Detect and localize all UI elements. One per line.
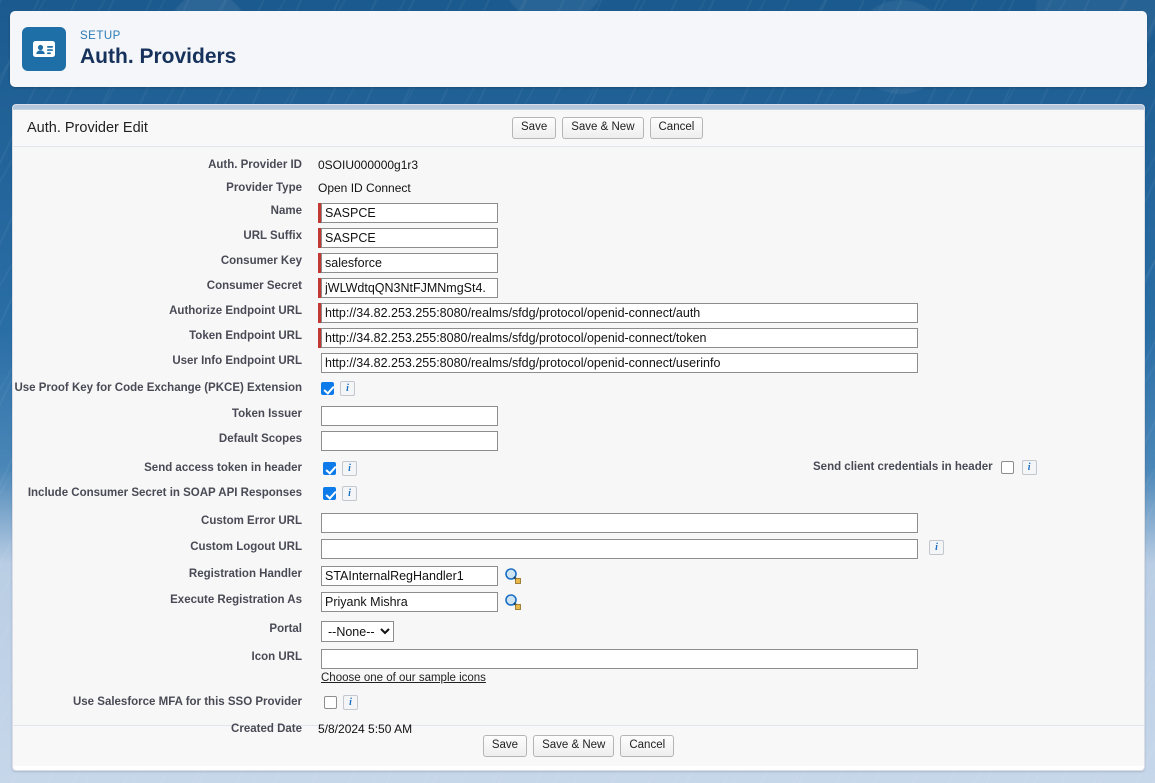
custom-error-url-input[interactable] (321, 513, 918, 533)
label-portal: Portal (13, 620, 318, 636)
field-token-issuer: Token Issuer (13, 405, 1144, 426)
label-use-salesforce-mfa: Use Salesforce MFA for this SSO Provider (13, 693, 318, 709)
field-icon-url: Icon URL Choose one of our sample icons (13, 648, 1144, 684)
execute-registration-as-input[interactable] (321, 592, 498, 612)
value-auth-provider-id: 0SOIU000000g1r3 (318, 157, 418, 172)
url-suffix-input[interactable] (321, 228, 498, 248)
token-issuer-input[interactable] (321, 406, 498, 426)
name-required-wrap (318, 203, 498, 223)
label-pkce: Use Proof Key for Code Exchange (PKCE) E… (13, 379, 318, 395)
info-icon-send-client-credentials[interactable]: i (1022, 460, 1037, 475)
panel-title-row: Auth. Provider Edit Save Save & New Canc… (13, 110, 1144, 147)
label-execute-registration-as: Execute Registration As (13, 591, 318, 607)
name-input[interactable] (321, 203, 498, 223)
field-auth-provider-id: Auth. Provider ID 0SOIU000000g1r3 (13, 156, 1144, 175)
info-icon-pkce[interactable]: i (340, 381, 355, 396)
field-send-client-credentials-in-header: Send client credentials in header i (813, 459, 1037, 475)
field-created-date: Created Date 5/8/2024 5:50 AM (13, 720, 1144, 739)
label-created-date: Created Date (13, 720, 318, 736)
authorize-endpoint-url-input[interactable] (321, 303, 918, 323)
panel-heading: Auth. Provider Edit (27, 120, 148, 136)
info-icon-custom-logout-url[interactable]: i (929, 540, 944, 555)
lookup-search-icon-registration-handler[interactable] (504, 567, 521, 584)
top-button-group: Save Save & New Cancel (512, 117, 703, 139)
default-scopes-input[interactable] (321, 431, 498, 451)
send-access-token-in-header-checkbox[interactable] (323, 462, 336, 475)
label-send-access-token-in-header: Send access token in header (13, 459, 318, 475)
label-user-info-endpoint-url: User Info Endpoint URL (13, 352, 318, 368)
id-badge-icon (22, 27, 66, 71)
field-user-info-endpoint-url: User Info Endpoint URL (13, 352, 1144, 373)
label-token-endpoint-url: Token Endpoint URL (13, 327, 318, 343)
custom-logout-url-input[interactable] (321, 539, 918, 559)
field-url-suffix: URL Suffix (13, 227, 1144, 248)
label-consumer-secret: Consumer Secret (13, 277, 318, 293)
pkce-checkbox[interactable] (321, 382, 334, 395)
field-include-consumer-secret-soap: Include Consumer Secret in SOAP API Resp… (13, 484, 1144, 503)
field-name: Name (13, 202, 1144, 223)
field-authorize-endpoint-url: Authorize Endpoint URL (13, 302, 1144, 323)
label-authorize-endpoint-url: Authorize Endpoint URL (13, 302, 318, 318)
field-custom-error-url: Custom Error URL (13, 512, 1144, 533)
field-consumer-key: Consumer Key (13, 252, 1144, 273)
icon-url-input[interactable] (321, 649, 918, 669)
consumer-secret-required-wrap (318, 278, 498, 298)
send-client-credentials-in-header-checkbox[interactable] (1001, 461, 1014, 474)
info-icon-send-access-token[interactable]: i (342, 461, 357, 476)
label-consumer-key: Consumer Key (13, 252, 318, 268)
lookup-search-icon-execute-registration-as[interactable] (504, 593, 521, 610)
auth-provider-edit-panel: Auth. Provider Edit Save Save & New Canc… (12, 104, 1145, 771)
url-suffix-required-wrap (318, 228, 498, 248)
field-pkce: Use Proof Key for Code Exchange (PKCE) E… (13, 379, 1144, 398)
auth-provider-form: Auth. Provider ID 0SOIU000000g1r3 Provid… (13, 147, 1144, 725)
field-registration-handler: Registration Handler (13, 565, 1144, 586)
value-provider-type: Open ID Connect (318, 180, 411, 195)
label-include-consumer-secret-soap: Include Consumer Secret in SOAP API Resp… (13, 484, 318, 500)
setup-eyebrow: SETUP (80, 30, 236, 42)
info-icon-use-salesforce-mfa[interactable]: i (343, 695, 358, 710)
label-send-client-credentials-in-header: Send client credentials in header (813, 459, 993, 473)
token-endpoint-url-input[interactable] (321, 328, 918, 348)
save-button-top[interactable]: Save (512, 117, 556, 139)
label-token-issuer: Token Issuer (13, 405, 318, 421)
page-title: Auth. Providers (80, 46, 236, 68)
cancel-button-top[interactable]: Cancel (650, 117, 704, 139)
label-custom-error-url: Custom Error URL (13, 512, 318, 528)
field-custom-logout-url: Custom Logout URL i (13, 538, 1144, 559)
info-icon-include-consumer-secret[interactable]: i (342, 486, 357, 501)
consumer-key-required-wrap (318, 253, 498, 273)
consumer-secret-input[interactable] (321, 278, 498, 298)
use-salesforce-mfa-checkbox[interactable] (324, 696, 337, 709)
label-auth-provider-id: Auth. Provider ID (13, 156, 318, 172)
portal-select[interactable]: --None-- (321, 621, 394, 642)
include-consumer-secret-soap-checkbox[interactable] (323, 487, 336, 500)
label-provider-type: Provider Type (13, 179, 318, 195)
label-custom-logout-url: Custom Logout URL (13, 538, 318, 554)
authorize-endpoint-required-wrap (318, 303, 918, 323)
token-endpoint-required-wrap (318, 328, 918, 348)
label-registration-handler: Registration Handler (13, 565, 318, 581)
field-provider-type: Provider Type Open ID Connect (13, 179, 1144, 198)
consumer-key-input[interactable] (321, 253, 498, 273)
label-icon-url: Icon URL (13, 648, 318, 664)
setup-header: SETUP Auth. Providers (10, 11, 1147, 87)
field-default-scopes: Default Scopes (13, 430, 1144, 451)
field-portal: Portal --None-- (13, 620, 1144, 642)
save-and-new-button-top[interactable]: Save & New (562, 117, 643, 139)
label-default-scopes: Default Scopes (13, 430, 318, 446)
field-token-endpoint-url: Token Endpoint URL (13, 327, 1144, 348)
field-send-access-token-in-header: Send access token in header i Send clien… (13, 459, 1144, 478)
sample-icons-link[interactable]: Choose one of our sample icons (321, 672, 486, 684)
field-consumer-secret: Consumer Secret (13, 277, 1144, 298)
label-url-suffix: URL Suffix (13, 227, 318, 243)
field-execute-registration-as: Execute Registration As (13, 591, 1144, 612)
registration-handler-input[interactable] (321, 566, 498, 586)
label-name: Name (13, 202, 318, 218)
value-created-date: 5/8/2024 5:50 AM (318, 721, 412, 736)
field-use-salesforce-mfa: Use Salesforce MFA for this SSO Provider… (13, 693, 1144, 712)
user-info-endpoint-url-input[interactable] (321, 353, 918, 373)
